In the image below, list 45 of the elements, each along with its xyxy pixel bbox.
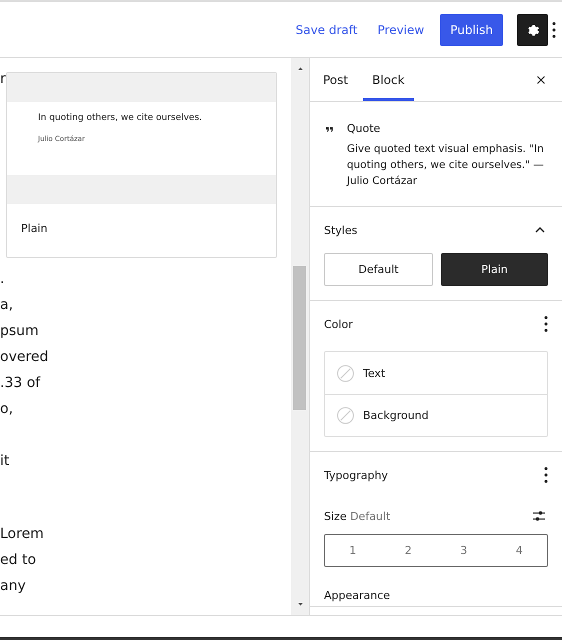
size-label: Size Default — [324, 510, 390, 522]
size-option[interactable]: 4 — [492, 535, 547, 566]
save-draft-button[interactable]: Save draft — [286, 16, 368, 42]
color-option[interactable]: Background — [325, 394, 547, 436]
panel-title: Styles — [324, 224, 358, 236]
sidebar-tab[interactable]: Post — [314, 58, 358, 101]
publish-button[interactable]: Publish — [440, 14, 503, 46]
empty-swatch-icon — [336, 364, 355, 382]
paragraph-text: ed to — [0, 551, 36, 570]
panel-title: Color — [324, 318, 353, 330]
style-option[interactable]: Default — [324, 253, 433, 286]
paragraph-text: Lorem — [0, 525, 44, 544]
paragraph-text: .33 of — [0, 374, 40, 393]
block-description: Give quoted text visual emphasis. "In quoting others, we cite ourselves." — Julio Cortázar — [346, 142, 545, 189]
size-option[interactable]: 2 — [380, 535, 436, 566]
paragraph-text: any — [0, 577, 26, 596]
more-icon — [544, 316, 548, 332]
more-options-button[interactable] — [552, 22, 556, 38]
paragraph-text: a, — [0, 296, 14, 315]
style-name: Plain — [20, 221, 48, 237]
more-icon — [544, 467, 548, 483]
paragraph-text: . — [0, 270, 4, 289]
paragraph-text: psum — [0, 322, 39, 341]
quote-icon — [326, 124, 333, 135]
color-option[interactable]: Text — [325, 352, 547, 394]
more-icon — [552, 22, 556, 38]
paragraph-text: overed — [0, 348, 48, 367]
settings-button[interactable] — [517, 14, 548, 46]
color-options-button[interactable] — [544, 316, 548, 332]
typography-options-button[interactable] — [544, 467, 548, 483]
size-option[interactable]: 1 — [325, 535, 380, 566]
panel-title: Typography — [324, 468, 388, 482]
empty-swatch-icon — [336, 406, 355, 425]
scrollbar-thumb[interactable] — [293, 266, 306, 410]
quote-text: In quoting others, we cite ourselves. — [38, 113, 204, 123]
sidebar-tab[interactable]: Block — [363, 58, 414, 101]
paragraph-text: r — [0, 70, 6, 89]
preview-button[interactable]: Preview — [368, 16, 434, 42]
paragraph-text: it — [0, 452, 10, 471]
paragraph-text: o, — [0, 400, 14, 419]
block-title: Quote — [346, 121, 382, 135]
appearance-label: Appearance — [324, 589, 392, 602]
scrollbar[interactable] — [291, 58, 309, 615]
size-option[interactable]: 3 — [436, 535, 492, 566]
style-option[interactable]: Plain — [441, 253, 548, 286]
